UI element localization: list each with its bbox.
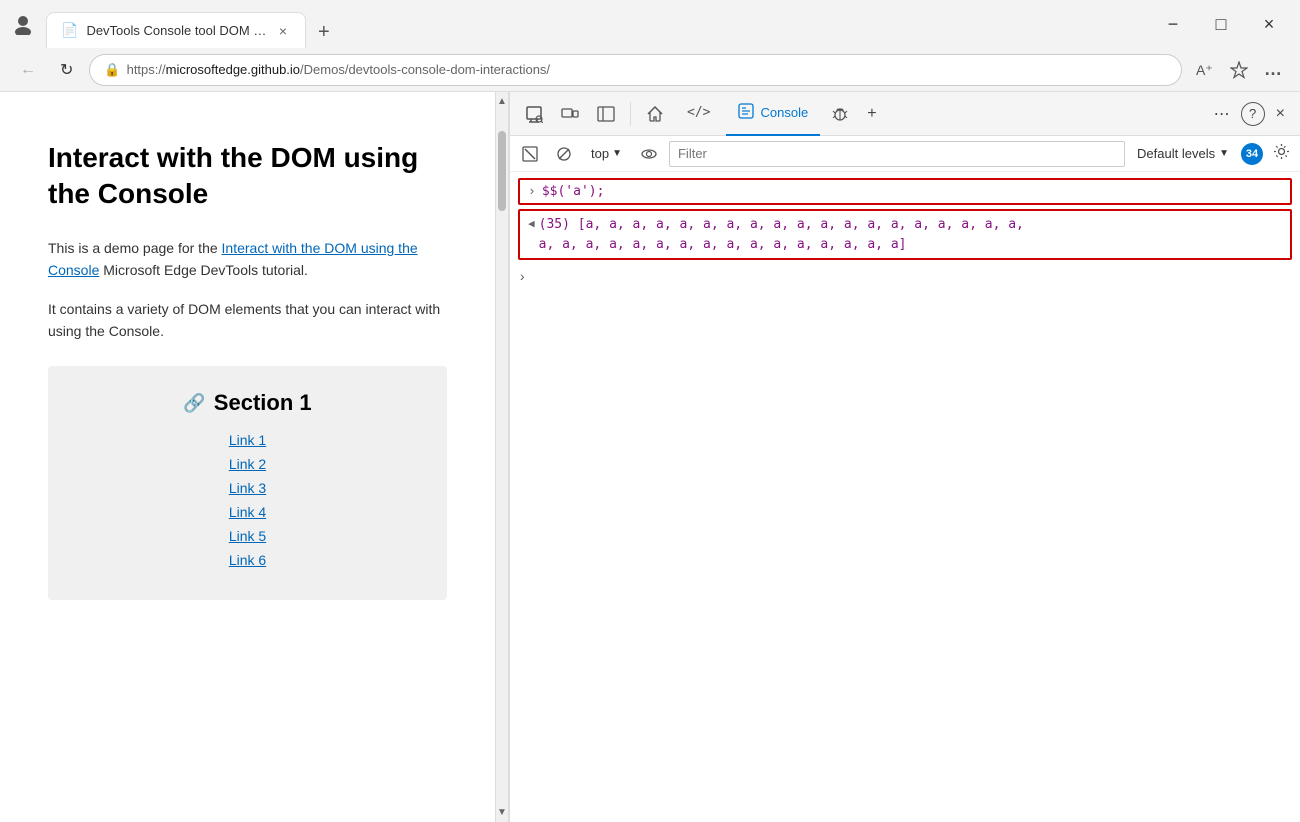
- section-1-title: 🔗 Section 1: [72, 390, 423, 416]
- page-description-1: This is a demo page for the Interact wit…: [48, 237, 447, 282]
- clear-console-button[interactable]: [516, 142, 544, 166]
- elements-icon: </>: [687, 105, 710, 120]
- next-chevron-right-icon[interactable]: ›: [518, 270, 526, 286]
- address-url: https://microsoftedge.github.io/Demos/de…: [127, 62, 1167, 77]
- page-scrollbar[interactable]: ▲ ▼: [495, 92, 509, 822]
- scroll-track[interactable]: [496, 111, 508, 803]
- console-tab-icon: [738, 103, 754, 122]
- bug-button[interactable]: [824, 100, 856, 128]
- filter-input[interactable]: [669, 141, 1125, 167]
- section-1-box: 🔗 Section 1 Link 1 Link 2 Link 3 Link 4 …: [48, 366, 447, 600]
- console-input-command: $$('a');: [542, 184, 605, 199]
- url-protocol: https://: [127, 62, 166, 77]
- output-line1: [a, a, a, a, a, a, a, a, a, a, a, a, a, …: [578, 217, 1024, 232]
- more-tools-button[interactable]: ⋯: [1207, 99, 1237, 129]
- section-link-6[interactable]: Link 6: [72, 552, 423, 568]
- tabs-area: 📄 DevTools Console tool DOM inte × +: [46, 0, 1142, 48]
- more-options-button[interactable]: …: [1258, 53, 1288, 86]
- url-domain: microsoftedge.github.io: [166, 62, 300, 77]
- address-bar[interactable]: 🔒 https://microsoftedge.github.io/Demos/…: [89, 54, 1182, 86]
- tab-console[interactable]: Console: [726, 92, 820, 136]
- refresh-button[interactable]: ↻: [52, 54, 81, 86]
- main-area: Interact with the DOM using the Console …: [0, 92, 1300, 822]
- close-button[interactable]: ×: [1246, 8, 1292, 40]
- context-label: top: [591, 146, 609, 161]
- context-selector[interactable]: top ▼: [584, 142, 629, 165]
- console-output-row: ◀ (35) [a, a, a, a, a, a, a, a, a, a, a,…: [518, 209, 1292, 260]
- level-selector[interactable]: Default levels ▼: [1131, 143, 1235, 164]
- desc1-before: This is a demo page for the: [48, 240, 222, 256]
- input-row-wrapper: › $$('a');: [510, 172, 1300, 207]
- svg-text:A⁺: A⁺: [1196, 62, 1213, 78]
- chain-link-icon: 🔗: [183, 393, 205, 414]
- window-controls: − □ ×: [1150, 8, 1292, 40]
- console-bar: top ▼ Default levels ▼ 34: [510, 136, 1300, 172]
- device-emulation-button[interactable]: [554, 100, 586, 128]
- section-link-4[interactable]: Link 4: [72, 504, 423, 520]
- message-count-badge: 34: [1241, 143, 1263, 165]
- block-button[interactable]: [550, 142, 578, 166]
- browser-window: 📄 DevTools Console tool DOM inte × + − □…: [0, 0, 1300, 822]
- output-row-wrapper: ◀ (35) [a, a, a, a, a, a, a, a, a, a, a,…: [510, 207, 1300, 266]
- read-aloud-button[interactable]: A⁺: [1190, 55, 1220, 85]
- navigation-bar: ← ↻ 🔒 https://microsoftedge.github.io/De…: [0, 48, 1300, 92]
- section-1-title-text: Section 1: [214, 390, 312, 416]
- back-button[interactable]: ←: [12, 55, 44, 85]
- new-tab-button[interactable]: +: [310, 17, 338, 48]
- section-link-5[interactable]: Link 5: [72, 528, 423, 544]
- tab-elements[interactable]: </>: [675, 92, 722, 136]
- chevron-down-icon: ▼: [612, 148, 622, 159]
- output-row-inner: ◀ (35) [a, a, a, a, a, a, a, a, a, a, a,…: [520, 211, 1290, 258]
- close-devtools-button[interactable]: ×: [1269, 100, 1292, 128]
- level-label: Default levels: [1137, 146, 1215, 161]
- tab-page-icon: 📄: [61, 22, 78, 39]
- page-description-2: It contains a variety of DOM elements th…: [48, 298, 447, 343]
- console-output: › $$('a'); ◀ (35) [a, a, a, a, a, a, a, …: [510, 172, 1300, 822]
- tab-title: DevTools Console tool DOM inte: [86, 23, 266, 38]
- devtools-toolbar: </> Console: [510, 92, 1300, 136]
- desc1-after: Microsoft Edge DevTools tutorial.: [99, 262, 308, 278]
- webpage-content: Interact with the DOM using the Console …: [0, 92, 495, 822]
- maximize-button[interactable]: □: [1198, 8, 1244, 40]
- title-bar: 📄 DevTools Console tool DOM inte × + − □…: [0, 0, 1300, 48]
- nav-right-buttons: A⁺ …: [1190, 53, 1288, 86]
- favorites-button[interactable]: [1224, 55, 1254, 85]
- tab-close-button[interactable]: ×: [275, 21, 291, 41]
- url-path: /Demos/devtools-console-dom-interactions…: [300, 62, 550, 77]
- section-link-3[interactable]: Link 3: [72, 480, 423, 496]
- tab-console-label: Console: [760, 105, 808, 120]
- help-button[interactable]: ?: [1241, 102, 1265, 126]
- sidebar-toggle-button[interactable]: [590, 100, 622, 128]
- minimize-button[interactable]: −: [1150, 8, 1196, 40]
- browser-tab[interactable]: 📄 DevTools Console tool DOM inte ×: [46, 12, 306, 48]
- devtools-panel: </> Console: [509, 92, 1300, 822]
- section-link-1[interactable]: Link 1: [72, 432, 423, 448]
- eye-button[interactable]: [635, 142, 663, 166]
- scroll-thumb[interactable]: [498, 131, 506, 211]
- expand-array-button[interactable]: ◀: [528, 217, 535, 231]
- inspect-element-button[interactable]: [518, 100, 550, 128]
- output-array-text: (35) [a, a, a, a, a, a, a, a, a, a, a, a…: [539, 215, 1024, 254]
- level-chevron-icon: ▼: [1219, 148, 1229, 159]
- profile-icon[interactable]: [8, 9, 38, 39]
- toolbar-separator-1: [630, 102, 631, 126]
- next-prompt-row: ›: [510, 266, 1300, 290]
- page-title: Interact with the DOM using the Console: [48, 140, 447, 213]
- lock-icon: 🔒: [104, 62, 120, 78]
- output-line2: a, a, a, a, a, a, a, a, a, a, a, a, a, a…: [539, 237, 907, 252]
- output-count: (35): [539, 217, 570, 232]
- home-button[interactable]: [639, 100, 671, 128]
- console-input-row: › $$('a');: [518, 178, 1292, 205]
- add-panel-button[interactable]: +: [860, 100, 883, 128]
- section-link-2[interactable]: Link 2: [72, 456, 423, 472]
- console-settings-button[interactable]: [1269, 139, 1294, 169]
- chevron-right-icon: ›: [528, 184, 536, 199]
